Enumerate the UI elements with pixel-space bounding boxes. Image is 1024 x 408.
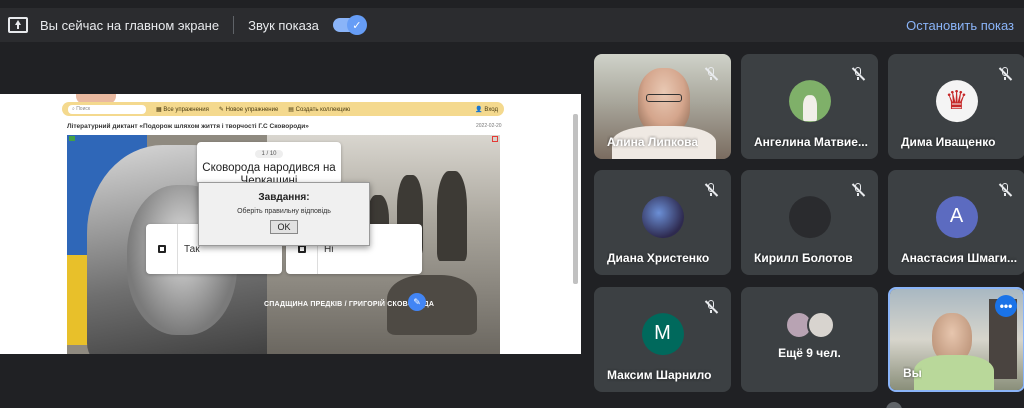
- participant-name: Вы: [903, 366, 922, 380]
- participant-name: Анастасия Шмаги...: [901, 251, 1018, 265]
- mic-off-icon: [850, 182, 866, 198]
- exercise-date: 2022-02-20: [476, 123, 502, 129]
- avatar: [806, 311, 835, 339]
- edit-icon[interactable]: ✎: [408, 293, 426, 311]
- question-card: 1 / 10 Сковорода народився на Черкащині: [197, 142, 341, 184]
- video-glasses: [646, 94, 682, 102]
- mic-off-icon: [703, 66, 719, 82]
- mic-off-icon: [997, 182, 1013, 198]
- participant-tile[interactable]: А Анастасия Шмаги...: [888, 170, 1024, 275]
- question-text: Сковорода народився на Черкащині: [202, 162, 336, 182]
- fullscreen-icon[interactable]: [492, 136, 498, 142]
- avatar: [788, 79, 831, 122]
- participant-tile[interactable]: Ангелина Матвие...: [741, 54, 878, 159]
- participant-name: Максим Шарнило: [607, 368, 712, 382]
- task-dialog: Завдання: Оберіть правильну відповідь OK: [198, 182, 370, 246]
- more-participants-count: Ещё 9 чел.: [778, 346, 841, 360]
- dialog-title: Завдання:: [258, 192, 310, 203]
- more-participants-avatars: [784, 311, 835, 339]
- present-screen-icon: [8, 17, 28, 33]
- avatar: [886, 402, 902, 408]
- participant-tile[interactable]: ♛ Дима Иващенко: [888, 54, 1024, 159]
- participant-tile[interactable]: Диана Христенко: [594, 170, 731, 275]
- check-icon: ✓: [346, 15, 367, 35]
- crown-icon: ♛: [944, 85, 969, 116]
- avatar: ♛: [935, 79, 978, 122]
- video-shirt: [914, 355, 994, 390]
- avatar: [788, 195, 831, 238]
- avatar: [641, 195, 684, 238]
- login-link[interactable]: 👤 Вход: [475, 106, 498, 113]
- site-toolbar: ⌕ Поиск ▦ Все упражнения ✎ Новое упражне…: [62, 102, 504, 116]
- divider: [177, 224, 178, 274]
- site-search-input[interactable]: ⌕ Поиск: [68, 104, 146, 114]
- new-exercise-link[interactable]: ✎ Новое упражнение: [219, 106, 278, 113]
- more-participants-tile[interactable]: Ещё 9 чел.: [741, 287, 878, 392]
- mic-off-icon: [997, 66, 1013, 82]
- self-tile[interactable]: ••• Вы: [888, 287, 1024, 392]
- divider: [233, 16, 235, 34]
- scene-figure: [437, 171, 467, 261]
- question-counter: 1 / 10: [255, 150, 283, 158]
- presenting-bar: Вы сейчас на главном экране Звук показа …: [0, 8, 1024, 42]
- checkbox[interactable]: [298, 245, 306, 253]
- checkbox[interactable]: [158, 245, 166, 253]
- participant-tile[interactable]: Кирилл Болотов: [741, 170, 878, 275]
- presenting-status-text: Вы сейчас на главном экране: [40, 17, 220, 33]
- exercise-title: Літературний диктант «Подорож шляхом жит…: [67, 123, 309, 130]
- page-scrollbar[interactable]: [573, 114, 578, 284]
- search-icon: ⌕: [72, 105, 75, 112]
- avatar: А: [935, 195, 978, 238]
- share-audio-label: Звук показа: [248, 17, 319, 33]
- stop-presenting-button[interactable]: Остановить показ: [906, 18, 1014, 33]
- mic-off-icon: [703, 182, 719, 198]
- create-collection-link[interactable]: ▤ Создать коллекцию: [288, 106, 350, 113]
- mic-off-icon: [703, 299, 719, 315]
- dialog-message: Оберіть правильну відповідь: [237, 208, 331, 215]
- participant-name: Диана Христенко: [607, 251, 710, 265]
- share-audio-toggle[interactable]: ✓: [332, 15, 367, 35]
- shared-screen: ⌕ Поиск ▦ Все упражнения ✎ Новое упражне…: [0, 94, 581, 354]
- mic-off-icon: [850, 66, 866, 82]
- participant-tile[interactable]: Алина Липкова: [594, 54, 731, 159]
- dialog-ok-button[interactable]: OK: [270, 220, 298, 234]
- participant-tile[interactable]: М Максим Шарнило: [594, 287, 731, 392]
- more-options-icon[interactable]: •••: [995, 295, 1017, 317]
- participant-name: Кирилл Болотов: [754, 251, 853, 265]
- participant-name: Алина Липкова: [607, 135, 699, 149]
- all-exercises-link[interactable]: ▦ Все упражнения: [156, 106, 209, 113]
- avatar: М: [641, 312, 684, 355]
- image-corner-icon: [69, 136, 75, 141]
- participant-name: Ангелина Матвие...: [754, 135, 868, 149]
- participant-name: Дима Иващенко: [901, 135, 996, 149]
